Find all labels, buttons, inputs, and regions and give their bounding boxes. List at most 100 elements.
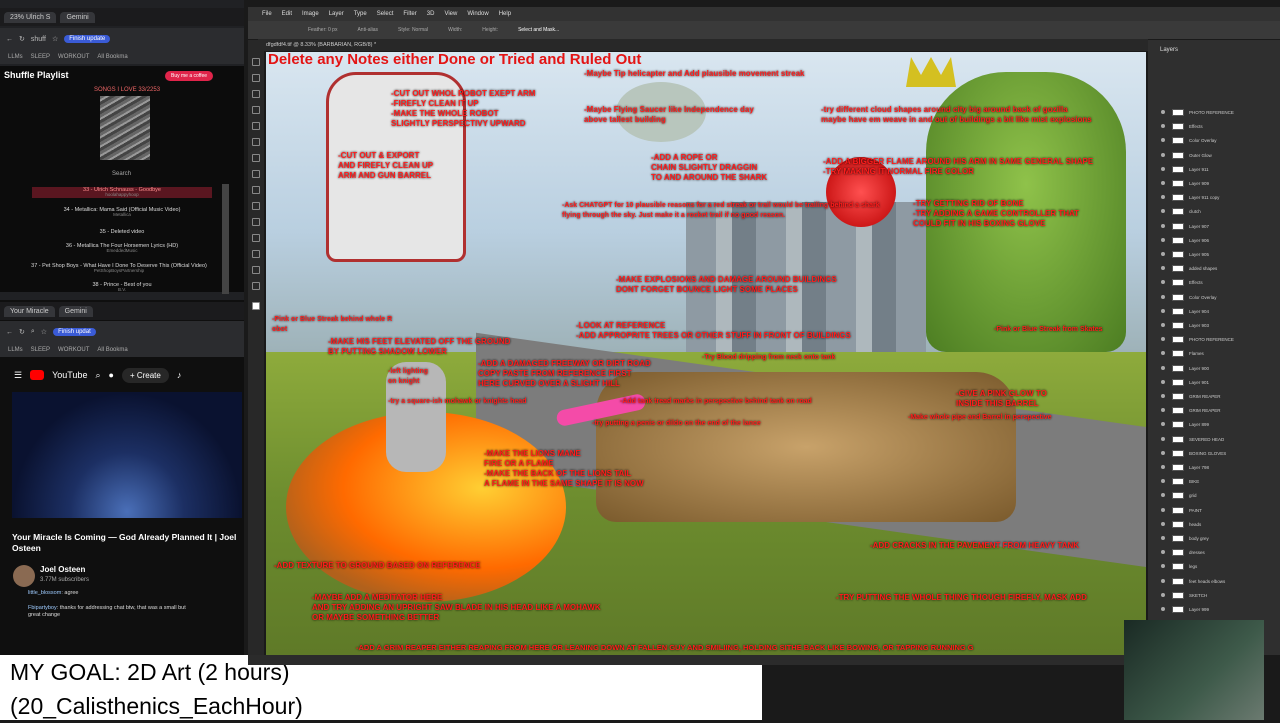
menu-layer[interactable]: Layer bbox=[329, 11, 344, 17]
finish-update-button[interactable]: Finish updat bbox=[53, 328, 96, 336]
foreground-color-swatch[interactable] bbox=[252, 302, 260, 310]
channel-avatar[interactable] bbox=[13, 565, 35, 587]
tab-gemini[interactable]: Gemini bbox=[60, 11, 95, 23]
layer-row[interactable]: Outer Glow bbox=[1172, 151, 1272, 160]
search-icon[interactable]: ⌕ bbox=[95, 370, 100, 381]
reload-icon[interactable]: ↻ bbox=[19, 328, 25, 336]
url-text[interactable]: shuff bbox=[31, 36, 46, 43]
layer-row[interactable]: GRIM REAPER bbox=[1172, 392, 1272, 401]
layer-row[interactable]: Layer 901 bbox=[1172, 378, 1272, 387]
visibility-eye-icon[interactable] bbox=[1161, 294, 1165, 299]
bookmark-all[interactable]: All Bookma bbox=[97, 54, 127, 60]
menu-icon[interactable]: ☰ bbox=[14, 370, 22, 381]
visibility-eye-icon[interactable] bbox=[1161, 237, 1165, 242]
layer-row[interactable]: clutch bbox=[1172, 207, 1272, 216]
menu-select[interactable]: Select bbox=[377, 11, 394, 17]
layer-row[interactable]: Layer 909 bbox=[1172, 179, 1272, 188]
menu-edit[interactable]: Edit bbox=[282, 11, 292, 17]
layer-row[interactable]: Layer 905 bbox=[1172, 250, 1272, 259]
layer-row[interactable]: Layer 911 bbox=[1172, 165, 1272, 174]
visibility-eye-icon[interactable] bbox=[1161, 592, 1165, 597]
visibility-eye-icon[interactable] bbox=[1161, 521, 1165, 526]
layers-panel-title[interactable]: Layers bbox=[1160, 47, 1178, 53]
menu-help[interactable]: Help bbox=[499, 11, 511, 17]
pen-tool-icon[interactable] bbox=[252, 234, 260, 242]
anti-alias-checkbox[interactable]: Anti-alias bbox=[357, 27, 378, 33]
visibility-eye-icon[interactable] bbox=[1161, 181, 1165, 185]
star-icon[interactable]: ☆ bbox=[52, 35, 58, 43]
style-select[interactable]: Style: Normal bbox=[398, 27, 428, 33]
layer-row[interactable]: dresses bbox=[1172, 548, 1272, 557]
layer-row[interactable]: Layer 798 bbox=[1172, 463, 1272, 472]
visibility-eye-icon[interactable] bbox=[1161, 110, 1165, 114]
crop-tool-icon[interactable] bbox=[252, 122, 260, 130]
visibility-eye-icon[interactable] bbox=[1161, 166, 1165, 171]
height-field[interactable]: Height: bbox=[482, 27, 498, 33]
menu-type[interactable]: Type bbox=[354, 11, 367, 17]
bell-icon[interactable]: ♪ bbox=[177, 370, 182, 380]
back-icon[interactable]: ← bbox=[6, 329, 13, 336]
layer-row[interactable]: PHOTO REFERENCE bbox=[1172, 335, 1272, 344]
menu-image[interactable]: Image bbox=[302, 11, 319, 17]
bookmark-llms[interactable]: LLMs bbox=[8, 347, 23, 353]
layer-row[interactable]: PHOTO REFERENCE bbox=[1172, 108, 1272, 117]
layer-row[interactable]: added shapes bbox=[1172, 264, 1272, 273]
feather-field[interactable]: Feather: 0 px bbox=[308, 27, 337, 33]
layer-row[interactable]: Color Overlay bbox=[1172, 293, 1272, 302]
visibility-eye-icon[interactable] bbox=[1161, 323, 1165, 327]
visibility-eye-icon[interactable] bbox=[1161, 578, 1165, 583]
menu-filter[interactable]: Filter bbox=[403, 11, 416, 17]
layer-row[interactable]: SKETCH bbox=[1172, 591, 1272, 600]
song-item[interactable]: 36 - Metallica The Four Horsemen Lyrics … bbox=[32, 243, 212, 254]
width-field[interactable]: Width: bbox=[448, 27, 462, 33]
menu-3d[interactable]: 3D bbox=[427, 11, 435, 17]
stamp-tool-icon[interactable] bbox=[252, 186, 260, 194]
visibility-eye-icon[interactable] bbox=[1161, 507, 1165, 512]
layer-row[interactable]: Effects bbox=[1172, 278, 1272, 287]
channel-name[interactable]: Joel Osteen bbox=[40, 565, 85, 574]
reload-icon[interactable]: ↻ bbox=[19, 35, 25, 43]
gradient-tool-icon[interactable] bbox=[252, 218, 260, 226]
brush-tool-icon[interactable] bbox=[252, 170, 260, 178]
marquee-tool-icon[interactable] bbox=[252, 74, 260, 82]
layer-row[interactable]: Layer 911 copy bbox=[1172, 193, 1272, 202]
layer-row[interactable]: BOXING GLOVES bbox=[1172, 449, 1272, 458]
visibility-eye-icon[interactable] bbox=[1161, 223, 1165, 228]
artwork-canvas[interactable]: Delete any Notes either Done or Tried an… bbox=[266, 52, 1146, 655]
layer-row[interactable]: Flames bbox=[1172, 349, 1272, 358]
visibility-eye-icon[interactable] bbox=[1161, 536, 1165, 540]
layer-row[interactable]: GRIM REAPER bbox=[1172, 406, 1272, 415]
browser2-address-bar[interactable]: ← ↻ ⌕ ☆ Finish updat bbox=[0, 321, 244, 343]
bookmark-all[interactable]: All Bookma bbox=[97, 347, 127, 353]
tab-youtube[interactable]: Your Miracle bbox=[4, 305, 55, 317]
search-icon[interactable]: ⌕ bbox=[31, 328, 35, 336]
bookmark-workout[interactable]: WORKOUT bbox=[58, 347, 89, 353]
layer-row[interactable]: body grey bbox=[1172, 534, 1272, 543]
visibility-eye-icon[interactable] bbox=[1161, 394, 1165, 398]
layer-row[interactable]: Effects bbox=[1172, 122, 1272, 131]
bookmark-workout[interactable]: WORKOUT bbox=[58, 54, 89, 60]
layer-row[interactable]: heads bbox=[1172, 520, 1272, 529]
search-label[interactable]: Search bbox=[112, 171, 131, 177]
visibility-eye-icon[interactable] bbox=[1161, 252, 1165, 256]
lasso-tool-icon[interactable] bbox=[252, 90, 260, 98]
menu-view[interactable]: View bbox=[444, 11, 457, 17]
document-tab[interactable]: dfgdfdf4.tif @ 8.33% (BARBARIAN, RGB/8) … bbox=[258, 39, 1148, 51]
finish-update-button[interactable]: Finish update bbox=[64, 35, 111, 43]
eyedropper-tool-icon[interactable] bbox=[252, 138, 260, 146]
bookmark-llms[interactable]: LLMs bbox=[8, 54, 23, 60]
youtube-wordmark[interactable]: YouTube bbox=[52, 370, 87, 380]
create-button[interactable]: + Create bbox=[121, 367, 169, 383]
visibility-eye-icon[interactable] bbox=[1161, 152, 1165, 157]
visibility-eye-icon[interactable] bbox=[1161, 308, 1165, 313]
layer-row[interactable]: Layer 900 bbox=[1172, 364, 1272, 373]
bookmark-sleep[interactable]: SLEEP bbox=[31, 347, 50, 353]
move-tool-icon[interactable] bbox=[252, 58, 260, 66]
healing-tool-icon[interactable] bbox=[252, 154, 260, 162]
layer-row[interactable]: BIKE bbox=[1172, 477, 1272, 486]
star-icon[interactable]: ☆ bbox=[41, 328, 47, 336]
menu-window[interactable]: Window bbox=[467, 11, 488, 17]
youtube-logo-icon[interactable] bbox=[30, 370, 45, 380]
tab-gemini[interactable]: Gemini bbox=[58, 305, 93, 317]
layer-row[interactable]: PAINT bbox=[1172, 506, 1272, 515]
